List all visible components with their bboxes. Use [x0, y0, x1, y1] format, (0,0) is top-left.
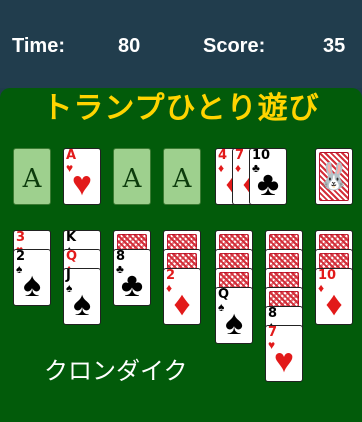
score-label: Score:	[203, 35, 266, 57]
header-bar: Time: 80 Score: 35	[0, 0, 362, 88]
heart-icon: ♥	[273, 342, 295, 380]
waste-card[interactable]: 10 ♣ ♣	[249, 148, 287, 205]
game-title: トランプひとり遊び	[42, 91, 320, 126]
foundation-slot-3[interactable]: A	[163, 148, 201, 205]
club-icon: ♣	[256, 165, 280, 203]
club-icon: ♣	[120, 266, 144, 304]
tableau-card[interactable]: 2 ♦ ♦	[163, 268, 201, 325]
tableau-card[interactable]: 2 ♠ ♠	[13, 249, 51, 306]
spade-icon: ♠	[224, 304, 244, 342]
time-value: 80	[118, 35, 141, 57]
foundation-label: A	[22, 164, 42, 194]
rabbit-icon: 🐰	[317, 161, 351, 191]
score-value: 35	[323, 35, 346, 57]
tableau-card[interactable]: Q ♠ ♠	[215, 287, 253, 344]
stock-pile[interactable]: 🐰	[315, 148, 353, 205]
spade-icon: ♠	[72, 285, 92, 323]
tableau-card[interactable]: 7 ♥ ♥	[265, 325, 303, 382]
tableau-card[interactable]: J ♠ ♠	[63, 268, 101, 325]
foundation-slot-1[interactable]: A	[13, 148, 51, 205]
time-label: Time:	[12, 35, 65, 57]
diamond-icon: ♦	[325, 285, 343, 323]
tableau-card[interactable]: 8 ♣ ♣	[113, 249, 151, 306]
tableau-card[interactable]: 10 ♦ ♦	[315, 268, 353, 325]
spade-icon: ♠	[22, 266, 42, 304]
foundation-label: A	[122, 164, 142, 194]
heart-icon: ♥	[71, 165, 93, 203]
foundation-label: A	[172, 164, 192, 194]
foundation-card-ace-hearts[interactable]: A ♥ ♥	[63, 148, 101, 205]
diamond-icon: ♦	[173, 285, 191, 323]
game-variant-label: クロンダイク	[44, 357, 188, 385]
foundation-slot-2[interactable]: A	[113, 148, 151, 205]
